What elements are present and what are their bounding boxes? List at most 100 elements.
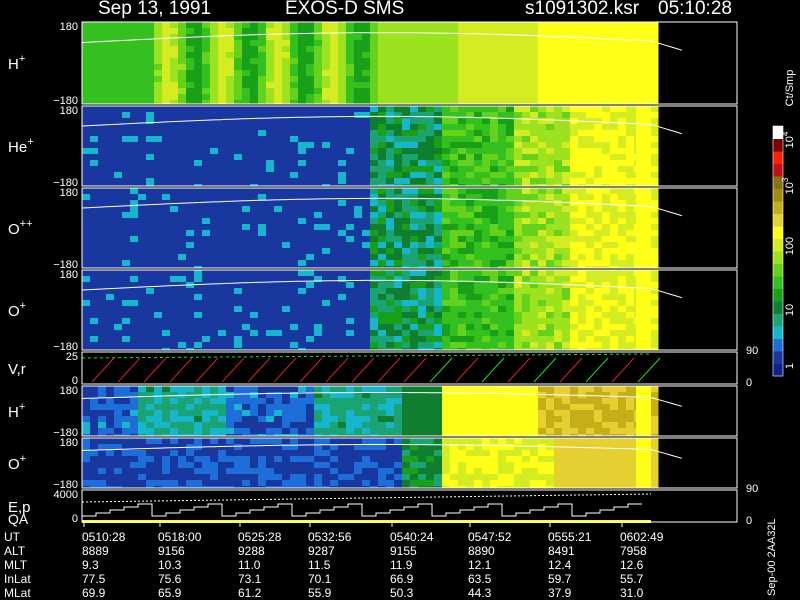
spectrogram-cell — [114, 438, 123, 445]
spectrogram-cell — [498, 324, 507, 331]
spectrogram-cell — [154, 142, 163, 149]
spectrogram-cell — [266, 172, 275, 179]
spectrogram-cell — [522, 112, 531, 119]
spectrogram-cell — [346, 112, 355, 119]
spectrogram-cell — [178, 428, 187, 435]
spectrogram-cell — [226, 194, 235, 201]
spectrogram-cell — [98, 34, 107, 41]
spectrogram-cell — [458, 224, 467, 231]
spectrogram-cell — [90, 336, 99, 343]
spectrogram-cell — [458, 324, 467, 331]
spectrogram-cell — [546, 64, 555, 71]
spectrogram-cell — [218, 112, 227, 119]
spectrogram-cell — [378, 22, 387, 29]
spectrogram-cell — [458, 318, 467, 325]
spectrogram-cell — [338, 28, 347, 35]
spectrogram-cell — [218, 248, 227, 255]
spectrogram-cell — [530, 260, 539, 267]
spectrogram-cell — [266, 178, 275, 185]
y-max-label: 180 — [60, 105, 78, 117]
spectrogram-cell — [370, 224, 379, 231]
spectrogram-cell — [394, 428, 403, 435]
spectrogram-cell — [82, 468, 91, 475]
spectrogram-cell — [266, 282, 275, 289]
spectrogram-cell — [162, 34, 171, 41]
spectrogram-cell — [450, 288, 459, 295]
spectrogram-cell — [538, 404, 547, 411]
spectrogram-cell — [442, 294, 451, 301]
spectrogram-cell — [514, 40, 523, 47]
spectrogram-cell — [554, 22, 563, 29]
spectrogram-cell — [610, 306, 619, 313]
spectrogram-cell — [482, 218, 491, 225]
spectrogram-cell — [450, 172, 459, 179]
spectrogram-cell — [554, 28, 563, 35]
spectrogram-cell — [242, 276, 251, 283]
spectrogram-cell — [618, 392, 627, 399]
spectrogram-cell — [354, 136, 363, 143]
spectrogram-cell — [370, 342, 379, 349]
spectrogram-cell — [386, 386, 395, 393]
spectrogram-cell — [434, 124, 443, 131]
spectrogram-cell — [242, 194, 251, 201]
spectrogram-cell — [138, 88, 147, 95]
spectrogram-cell — [306, 188, 315, 195]
spectrogram-cell — [162, 76, 171, 83]
spectrogram-cell — [170, 270, 179, 277]
spectrogram-cell — [490, 22, 499, 29]
spectrogram-cell — [258, 124, 267, 131]
spectrogram-cell — [402, 218, 411, 225]
spectrogram-cell — [202, 342, 211, 349]
spectrogram-cell — [194, 294, 203, 301]
spectrogram-cell — [154, 40, 163, 47]
spectrogram-cell — [562, 46, 571, 53]
spectrogram-cell — [306, 398, 315, 405]
spectrogram-cell — [242, 300, 251, 307]
spectrogram-cell — [610, 410, 619, 417]
spectrogram-cell — [314, 106, 323, 113]
spectrogram-cell — [258, 58, 267, 65]
velocity-trace — [637, 357, 661, 383]
spectrogram-cell — [170, 276, 179, 283]
spectrogram-cell — [394, 260, 403, 267]
spectrogram-cell — [370, 236, 379, 243]
spectrogram-cell — [290, 428, 299, 435]
spectrogram-cell — [186, 456, 195, 463]
spectrogram-cell — [226, 456, 235, 463]
spectrogram-cell — [90, 450, 99, 457]
spectrogram-cell — [338, 318, 347, 325]
spectrogram-cell — [322, 206, 331, 213]
spectrogram-cell — [322, 172, 331, 179]
spectrogram-cell — [114, 76, 123, 83]
spectrogram-cell — [610, 206, 619, 213]
spectrogram-cell — [122, 172, 131, 179]
spectrogram-cell — [594, 336, 603, 343]
spectrogram-cell — [314, 212, 323, 219]
spectrogram-cell — [290, 118, 299, 125]
spectrogram-cell — [154, 480, 163, 487]
spectrogram-cell — [218, 130, 227, 137]
spectrogram-cell — [90, 172, 99, 179]
spectrogram-cell — [362, 82, 371, 89]
spectrogram-cell — [402, 336, 411, 343]
spectrogram-cell — [386, 242, 395, 249]
spectrogram-cell — [426, 386, 435, 393]
spectrogram-cell — [322, 178, 331, 185]
spectrogram-cell — [482, 260, 491, 267]
spectrogram-cell — [506, 330, 515, 337]
spectrogram-cell — [482, 410, 491, 417]
panel-label: He+ — [8, 136, 34, 156]
spectrogram-cell — [386, 324, 395, 331]
spectrogram-cell — [146, 40, 155, 47]
spectrogram-cell — [378, 294, 387, 301]
spectrogram-cell — [154, 206, 163, 213]
spectrogram-cell — [450, 160, 459, 167]
spectrogram-cell — [506, 342, 515, 349]
spectrogram-cell — [194, 410, 203, 417]
spectrogram-cell — [594, 392, 603, 399]
spectrogram-cell — [234, 230, 243, 237]
spectrogram-cell — [122, 236, 131, 243]
spectrogram-cell — [578, 330, 587, 337]
spectrogram-cell — [626, 124, 635, 131]
spectrogram-cell — [266, 22, 275, 29]
